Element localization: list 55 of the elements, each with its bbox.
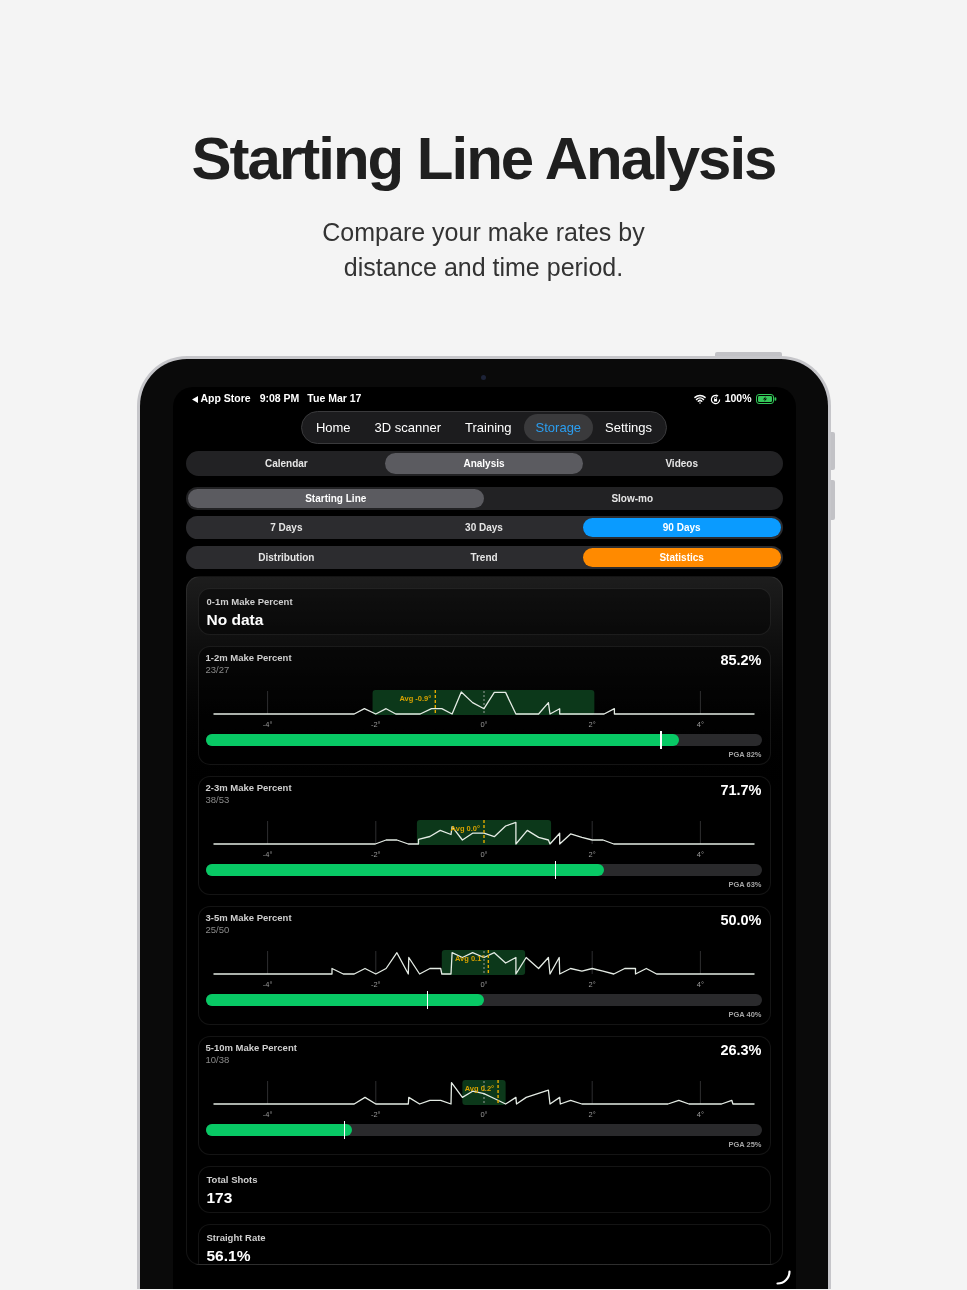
- status-date: Tue Mar 17: [307, 391, 362, 407]
- status-time: 9:08 PM: [259, 391, 300, 407]
- segment-tab[interactable]: Trend: [385, 548, 583, 567]
- make-percent: 85.2%: [720, 652, 762, 668]
- back-link[interactable]: App Store: [191, 391, 251, 407]
- battery-percent: 100%: [724, 391, 752, 407]
- card-title: 5-10m Make Percent: [205, 1042, 297, 1054]
- make-percent: 26.3%: [720, 1042, 762, 1058]
- zero-line: [483, 1080, 484, 1105]
- segment-tab[interactable]: Calendar: [187, 453, 386, 474]
- segment-tab[interactable]: 30 Days: [385, 518, 583, 537]
- card-title: Straight Rate: [206, 1232, 267, 1244]
- card-title: Total Shots: [206, 1174, 259, 1186]
- zero-line: [483, 950, 484, 975]
- average-marker: [487, 949, 489, 976]
- nav-tab[interactable]: Storage: [523, 414, 594, 441]
- side-button[interactable]: [830, 480, 835, 520]
- nav-tab[interactable]: Training: [453, 414, 524, 441]
- camera-icon: [480, 375, 486, 380]
- average-marker: [482, 819, 485, 846]
- orientation-lock-icon: [709, 393, 721, 405]
- segment-tab[interactable]: Videos: [582, 453, 781, 474]
- segment-tab[interactable]: Distribution: [187, 548, 386, 567]
- card-title: 0-1m Make Percent: [206, 596, 294, 608]
- nav-tab[interactable]: Settings: [593, 414, 665, 441]
- segment-tab[interactable]: Analysis: [385, 453, 583, 474]
- resize-handle-icon[interactable]: [775, 1270, 791, 1285]
- segment-tab[interactable]: 7 Days: [187, 518, 386, 537]
- card-title: 3-5m Make Percent: [205, 912, 292, 924]
- card-title: 2-3m Make Percent: [205, 782, 292, 794]
- battery-icon: [755, 394, 777, 404]
- shot-count: 10/38: [205, 1054, 231, 1066]
- wifi-icon: [693, 393, 706, 405]
- shot-count: 23/27: [205, 664, 231, 676]
- back-arrow-icon: [191, 395, 198, 403]
- card-title: 1-2m Make Percent: [205, 652, 292, 664]
- segment-tab[interactable]: Starting Line: [187, 489, 484, 508]
- average-marker: [496, 1079, 499, 1106]
- top-button[interactable]: [714, 352, 782, 356]
- nav-tab[interactable]: Home: [303, 414, 363, 441]
- side-button[interactable]: [830, 432, 835, 470]
- nav-tab[interactable]: 3D scanner: [362, 414, 454, 441]
- shot-count: 38/53: [205, 794, 231, 806]
- zero-line: [483, 690, 484, 715]
- make-percent: 50.0%: [720, 912, 762, 928]
- average-marker: [434, 689, 436, 716]
- average-band: [461, 1080, 506, 1105]
- segment-tab[interactable]: Slow-mo: [484, 489, 781, 508]
- stat-value: 173: [206, 1189, 234, 1207]
- hero-title: Starting Line Analysis: [191, 129, 776, 189]
- stat-value: No data: [206, 611, 265, 629]
- shot-count: 25/50: [205, 924, 231, 936]
- stat-value: 56.1%: [206, 1247, 252, 1264]
- make-percent: 71.7%: [720, 782, 762, 798]
- hero-subtitle: Compare your make rates by distance and time period.: [321, 217, 646, 283]
